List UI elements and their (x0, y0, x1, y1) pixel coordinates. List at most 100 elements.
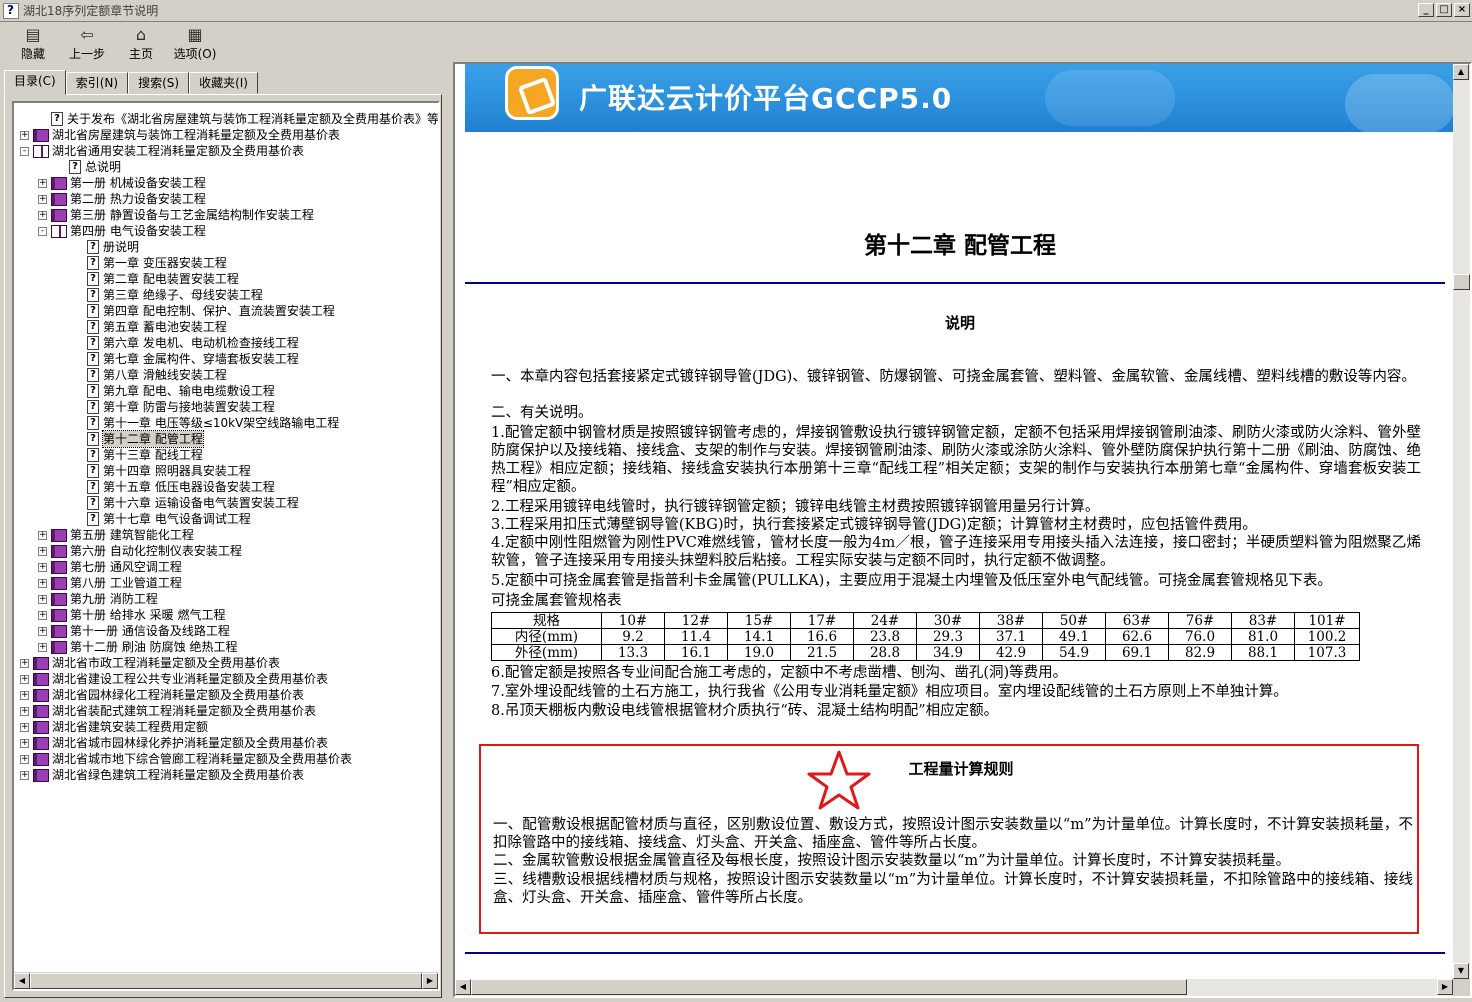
scroll-up-arrow[interactable]: ▲ (1453, 64, 1469, 80)
tree-item[interactable]: ? 第八章 滑触线安装工程 (14, 367, 438, 383)
content-vertical-scrollbar[interactable]: ▲ ▼ (1453, 64, 1470, 979)
expand-icon[interactable]: + (38, 546, 47, 556)
table-cell: 10# (601, 612, 665, 629)
scroll-left-arrow[interactable]: ◀ (14, 973, 30, 989)
scroll-thumb[interactable] (1453, 274, 1470, 290)
expand-icon[interactable]: + (38, 626, 47, 636)
expand-icon[interactable]: + (20, 674, 29, 684)
scroll-left-arrow[interactable]: ◀ (455, 979, 471, 995)
tree-item[interactable]: + 湖北省绿色建筑工程消耗量定额及全费用基价表 (14, 767, 438, 783)
tree-item[interactable]: + 第八册 工业管道工程 (14, 575, 438, 591)
hide-button[interactable]: ▤ 隐藏 (6, 23, 60, 63)
expand-icon[interactable]: + (38, 210, 47, 220)
back-button[interactable]: ⇦ 上一步 (60, 23, 114, 63)
tree-item-label: 第四章 配电控制、保护、直流装置安装工程 (103, 304, 335, 318)
tree-item[interactable]: + 湖北省园林绿化工程消耗量定额及全费用基价表 (14, 687, 438, 703)
tree-item[interactable]: + 湖北省市政工程消耗量定额及全费用基价表 (14, 655, 438, 671)
scroll-right-arrow[interactable]: ▶ (1437, 979, 1453, 995)
expand-icon[interactable]: + (38, 578, 47, 588)
tree-item[interactable]: + 第五册 建筑智能化工程 (14, 527, 438, 543)
expand-icon[interactable]: + (20, 754, 29, 764)
scroll-down-arrow[interactable]: ▼ (1453, 963, 1469, 979)
open-book-icon (51, 224, 67, 238)
expand-icon[interactable]: + (38, 530, 47, 540)
table-cell: 外径(mm) (491, 644, 602, 661)
tree-item[interactable]: ? 第十二章 配管工程 (14, 430, 438, 448)
tree-item[interactable]: ? 第十五章 低压电器设备安装工程 (14, 479, 438, 495)
tree-item-label: 湖北省通用安装工程消耗量定额及全费用基价表 (52, 144, 305, 158)
help-page-icon: ? (87, 400, 99, 414)
expand-icon[interactable]: + (38, 178, 47, 188)
tree-item[interactable]: + 第十一册 通信设备及线路工程 (14, 623, 438, 639)
tree-item[interactable]: + 湖北省房屋建筑与装饰工程消耗量定额及全费用基价表 (14, 127, 438, 143)
expand-icon[interactable]: + (20, 658, 29, 668)
expand-icon[interactable]: + (20, 706, 29, 716)
collapse-icon[interactable]: - (38, 226, 47, 236)
tree-item[interactable]: + 第一册 机械设备安装工程 (14, 175, 438, 191)
contents-tree-view[interactable]: ? 关于发布《湖北省房屋建筑与装饰工程消耗量定额及全费用基价表》等8 + 湖北省房屋建… (12, 101, 440, 991)
scroll-right-arrow[interactable]: ▶ (422, 973, 438, 989)
minimize-button[interactable]: _ (1418, 3, 1434, 17)
home-button[interactable]: ⌂ 主页 (114, 23, 168, 63)
tree-item[interactable]: - 第四册 电气设备安装工程 (14, 223, 438, 239)
tab-contents[interactable]: 目录(C) (4, 70, 66, 95)
tree-item[interactable]: ? 第十三章 配线工程 (14, 447, 438, 463)
collapse-icon[interactable]: - (20, 146, 29, 156)
maximize-button[interactable]: □ (1436, 3, 1452, 17)
close-button[interactable]: × (1454, 3, 1470, 17)
tree-item[interactable]: ? 第七章 金属构件、穿墙套板安装工程 (14, 351, 438, 367)
tab-favorites[interactable]: 收藏夹(I) (189, 72, 258, 94)
tree-item[interactable]: ? 第九章 配电、输电电缆敷设工程 (14, 383, 438, 399)
tree-item[interactable]: + 湖北省建筑安装工程费用定额 (14, 719, 438, 735)
scroll-thumb[interactable] (471, 979, 1187, 995)
options-button[interactable]: ▦ 选项(O) (168, 23, 222, 63)
tree-item[interactable]: ? 第四章 配电控制、保护、直流装置安装工程 (14, 303, 438, 319)
tree-item[interactable]: + 第十册 给排水 采暖 燃气工程 (14, 607, 438, 623)
expand-icon[interactable]: + (20, 738, 29, 748)
tree-item[interactable]: + 湖北省建设工程公共专业消耗量定额及全费用基价表 (14, 671, 438, 687)
tree-item[interactable]: ? 第一章 变压器安装工程 (14, 255, 438, 271)
tree-item[interactable]: + 第三册 静置设备与工艺金属结构制作安装工程 (14, 207, 438, 223)
expand-icon[interactable]: + (38, 642, 47, 652)
tree-item[interactable]: + 第七册 通风空调工程 (14, 559, 438, 575)
window-title: 湖北18序列定额章节说明 (23, 4, 159, 18)
expand-icon[interactable]: + (20, 770, 29, 780)
tree-item[interactable]: - 湖北省通用安装工程消耗量定额及全费用基价表 (14, 143, 438, 159)
tree-item[interactable]: + 湖北省装配式建筑工程消耗量定额及全费用基价表 (14, 703, 438, 719)
tree-horizontal-scrollbar[interactable]: ◀ ▶ (14, 972, 438, 989)
expand-icon[interactable]: + (38, 194, 47, 204)
tree-item[interactable]: + 湖北省城市地下综合管廊工程消耗量定额及全费用基价表 (14, 751, 438, 767)
book-icon (33, 656, 49, 670)
tree-item[interactable]: + 湖北省城市园林绿化养护消耗量定额及全费用基价表 (14, 735, 438, 751)
table-cell: 76# (1168, 612, 1232, 629)
tree-item[interactable]: ? 第十章 防雷与接地装置安装工程 (14, 399, 438, 415)
tree-item[interactable]: + 第九册 消防工程 (14, 591, 438, 607)
content-horizontal-scrollbar[interactable]: ◀ ▶ (455, 979, 1453, 996)
tree-item[interactable]: + 第十二册 刷油 防腐蚀 绝热工程 (14, 639, 438, 655)
tree-item[interactable]: ? 第五章 蓄电池安装工程 (14, 319, 438, 335)
expand-icon[interactable]: + (20, 130, 29, 140)
expand-icon[interactable]: + (38, 610, 47, 620)
tree-item[interactable]: ? 第十六章 运输设备电气装置安装工程 (14, 495, 438, 511)
tree-item[interactable]: ? 册说明 (14, 239, 438, 255)
tree-item[interactable]: ? 第二章 配电装置安装工程 (14, 271, 438, 287)
help-page-icon: ? (87, 336, 99, 350)
tree-item[interactable]: ? 关于发布《湖北省房屋建筑与装饰工程消耗量定额及全费用基价表》等8 (14, 111, 438, 127)
expand-icon[interactable]: + (38, 562, 47, 572)
tree-item[interactable]: ? 第十七章 电气设备调试工程 (14, 511, 438, 527)
tree-item[interactable]: ? 第三章 绝缘子、母线安装工程 (14, 287, 438, 303)
expand-icon[interactable]: + (20, 690, 29, 700)
scroll-thumb[interactable] (30, 973, 422, 989)
tree-item[interactable]: ? 第十四章 照明器具安装工程 (14, 463, 438, 479)
tree-item[interactable]: ? 第六章 发电机、电动机检查接线工程 (14, 335, 438, 351)
book-icon (51, 624, 67, 638)
tree-item[interactable]: + 第二册 热力设备安装工程 (14, 191, 438, 207)
tree-item[interactable]: ? 第十一章 电压等级≤10kV架空线路输电工程 (14, 415, 438, 431)
para-8: 6.配管定额是按照各专业间配合施工考虑的，定额中不考虑凿槽、刨沟、凿孔(洞)等费… (491, 665, 1068, 681)
tree-item[interactable]: ? 总说明 (14, 159, 438, 175)
tab-search[interactable]: 搜索(S) (128, 72, 190, 94)
expand-icon[interactable]: + (38, 594, 47, 604)
tab-index[interactable]: 索引(N) (65, 72, 129, 94)
tree-item[interactable]: + 第六册 自动化控制仪表安装工程 (14, 543, 438, 559)
expand-icon[interactable]: + (20, 722, 29, 732)
